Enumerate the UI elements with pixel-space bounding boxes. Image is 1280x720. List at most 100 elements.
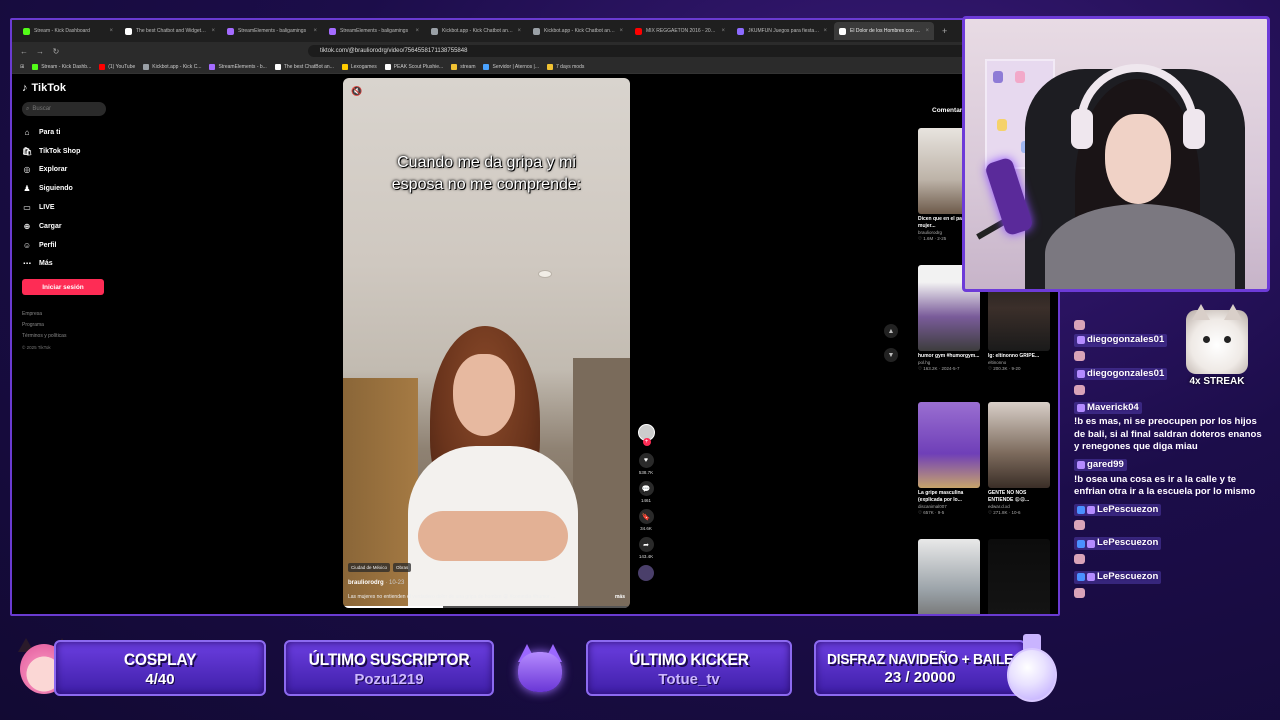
browser-tab[interactable]: Kickbot.app - Kick Chatbot and Over... ×	[426, 22, 526, 40]
browser-tab[interactable]: JKUMFUN Juegos para fiestas en P... ×	[732, 22, 832, 40]
new-tab-icon[interactable]: +	[936, 26, 953, 36]
sidebar-item-siguiendo[interactable]: ♟ Siguiendo	[22, 179, 122, 198]
category-tag[interactable]: Obras	[393, 563, 412, 572]
bookmark-item[interactable]: StreamElements - b...	[209, 63, 267, 70]
bookmark-icon[interactable]: 🔖	[638, 509, 654, 524]
url-field[interactable]: tiktok.com/@brauliorodrg/video/756455817…	[308, 45, 1003, 57]
share-icon[interactable]: ➦	[638, 537, 654, 552]
cat-logo-icon	[512, 640, 568, 696]
bookmark-item[interactable]: Servidor | Aternos |...	[483, 63, 539, 70]
sidebar-item-tiktok-shop[interactable]: 🛍 TikTok Shop	[22, 142, 122, 161]
forward-icon[interactable]: →	[36, 47, 44, 56]
bookmark-item[interactable]: Stream - Kick Dashb...	[32, 63, 91, 70]
chat-emote	[1074, 350, 1085, 361]
ceiling-light	[538, 270, 552, 278]
username-text[interactable]: LePescuezon	[1097, 504, 1158, 517]
video-author[interactable]: brauliorodrg · 10-23	[348, 580, 404, 586]
more-link[interactable]: más	[615, 594, 625, 600]
close-icon[interactable]: ×	[823, 28, 827, 34]
sidebar-item-m-s[interactable]: ⋯ Más	[22, 255, 122, 274]
close-icon[interactable]: ×	[415, 28, 419, 34]
sidebar-item-explorar[interactable]: ◎ Explorar	[22, 161, 122, 180]
author-avatar[interactable]	[637, 424, 655, 446]
bookmark-item[interactable]: 7 days mods	[547, 63, 584, 70]
video-thumbnail[interactable]	[918, 539, 980, 614]
chat-username[interactable]: gared99	[1074, 458, 1127, 472]
location-tag[interactable]: Ciudad de México	[348, 563, 391, 572]
close-icon[interactable]: ×	[517, 28, 521, 34]
related-video-card[interactable]: GENTE NO NOS ENTIENDE 😩😩... edwar.d.xd ♡…	[988, 402, 1050, 516]
sidebar-item-para-ti[interactable]: ⌂ Para ti	[22, 123, 122, 142]
username-text[interactable]: diegogonzales01	[1087, 334, 1164, 347]
chat-username[interactable]: LePescuezon	[1074, 571, 1162, 584]
author-name[interactable]: brauliorodrg	[348, 580, 384, 586]
heart-icon[interactable]: ♥	[638, 453, 654, 468]
login-button[interactable]: Iniciar sesión	[22, 279, 104, 296]
bookmark-item[interactable]: PEAK Scout Plushie...	[384, 63, 443, 70]
close-icon[interactable]: ×	[313, 28, 317, 34]
footer-link-empresa[interactable]: Empresa	[22, 309, 122, 320]
close-icon[interactable]: ×	[721, 28, 725, 34]
mute-icon[interactable]: 🔇	[351, 86, 362, 97]
video-thumbnail[interactable]	[918, 402, 980, 488]
chevron-down-icon[interactable]: ▼	[884, 348, 898, 362]
chat-username[interactable]: Maverick04	[1074, 401, 1142, 415]
video-thumbnail[interactable]	[988, 402, 1050, 488]
browser-tab[interactable]: StreamElements - baligamings ×	[222, 22, 322, 40]
heart-action[interactable]: ♥ 538.7K	[638, 453, 654, 475]
bookmark-item[interactable]: stream	[451, 63, 476, 70]
live-icon: ▭	[23, 203, 31, 213]
username-text[interactable]: gared99	[1087, 459, 1124, 472]
apps-icon[interactable]: ⊞	[20, 64, 24, 70]
sidebar-item-perfil[interactable]: ☺ Perfil	[22, 236, 122, 255]
close-icon[interactable]: ×	[211, 28, 215, 34]
user-badge-icon	[1077, 370, 1085, 379]
close-icon[interactable]: ×	[925, 28, 929, 34]
video-player[interactable]: 🔇 Cuando me da gripa y mi esposa no me c…	[343, 78, 630, 608]
browser-tab[interactable]: StreamElements - baligamings ×	[324, 22, 424, 40]
bookmark-item[interactable]: Lexogames	[341, 63, 377, 70]
bookmark-action[interactable]: 🔖 34.6K	[638, 509, 654, 531]
tiktok-logo[interactable]: ♪ TikTok	[22, 82, 122, 94]
share-action[interactable]: ➦ 143.4K	[638, 537, 654, 559]
browser-tab[interactable]: Kickbot.app - Kick Chatbot and Over... ×	[528, 22, 628, 40]
browser-tab[interactable]: Stream - Kick Dashboard ×	[18, 22, 118, 40]
sidebar-item-cargar[interactable]: ⊕ Cargar	[22, 217, 122, 236]
bookmark-label: stream	[460, 63, 476, 70]
username-text[interactable]: LePescuezon	[1097, 571, 1158, 584]
browser-tab[interactable]: MIX REGGAETON 2016 - 2019 (NO E... ×	[630, 22, 730, 40]
footer-link-terminos[interactable]: Términos y políticas	[22, 331, 122, 342]
username-text[interactable]: Maverick04	[1087, 402, 1139, 415]
chevron-up-icon[interactable]: ▲	[884, 324, 898, 338]
search-input[interactable]: ⌕ Buscar	[22, 102, 106, 116]
reload-icon[interactable]: ↻	[52, 47, 60, 56]
close-icon[interactable]: ×	[619, 28, 623, 34]
bookmark-favicon-icon	[274, 63, 281, 70]
bookmark-item[interactable]: Kickbot.app - Kick C...	[143, 63, 201, 70]
related-title: lg: eltinonno GRIPE...	[988, 353, 1040, 359]
music-disc-icon[interactable]	[638, 565, 654, 581]
chat-username[interactable]: diegogonzales01	[1074, 334, 1168, 347]
chat-username[interactable]: diegogonzales01	[1074, 367, 1168, 381]
related-video-card[interactable]: La gripe masculina (explicada por lo... …	[918, 402, 980, 516]
close-icon[interactable]: ×	[109, 28, 113, 34]
chat-username[interactable]: LePescuezon	[1074, 503, 1162, 517]
username-text[interactable]: LePescuezon	[1097, 537, 1158, 550]
chat-username[interactable]: LePescuezon	[1074, 537, 1162, 550]
tiktok-sidebar: ♪ TikTok ⌕ Buscar ⌂ Para ti 🛍 TikTok Shop ◎ E…	[12, 74, 132, 614]
bookmark-item[interactable]: The best ChatBot an...	[274, 63, 334, 70]
browser-tab[interactable]: The best Chatbot and Widgets for K... ×	[120, 22, 220, 40]
related-video-card[interactable]	[918, 539, 980, 614]
comment-icon[interactable]: 💬	[638, 481, 654, 496]
username-text[interactable]: diegogonzales01	[1087, 368, 1164, 381]
video-progress[interactable]	[343, 606, 630, 608]
back-icon[interactable]: ←	[20, 47, 28, 56]
related-video-card[interactable]	[988, 539, 1050, 614]
footer-link-programa[interactable]: Programa	[22, 320, 122, 331]
tab-favicon-icon	[839, 27, 846, 35]
browser-tab[interactable]: El Dolor de los Hombres con Gri... ×	[834, 22, 934, 40]
sidebar-item-live[interactable]: ▭ LIVE	[22, 198, 122, 217]
video-thumbnail[interactable]	[988, 539, 1050, 614]
comment-action[interactable]: 💬 1461	[638, 481, 654, 503]
bookmark-item[interactable]: (1) YouTube	[99, 63, 135, 70]
